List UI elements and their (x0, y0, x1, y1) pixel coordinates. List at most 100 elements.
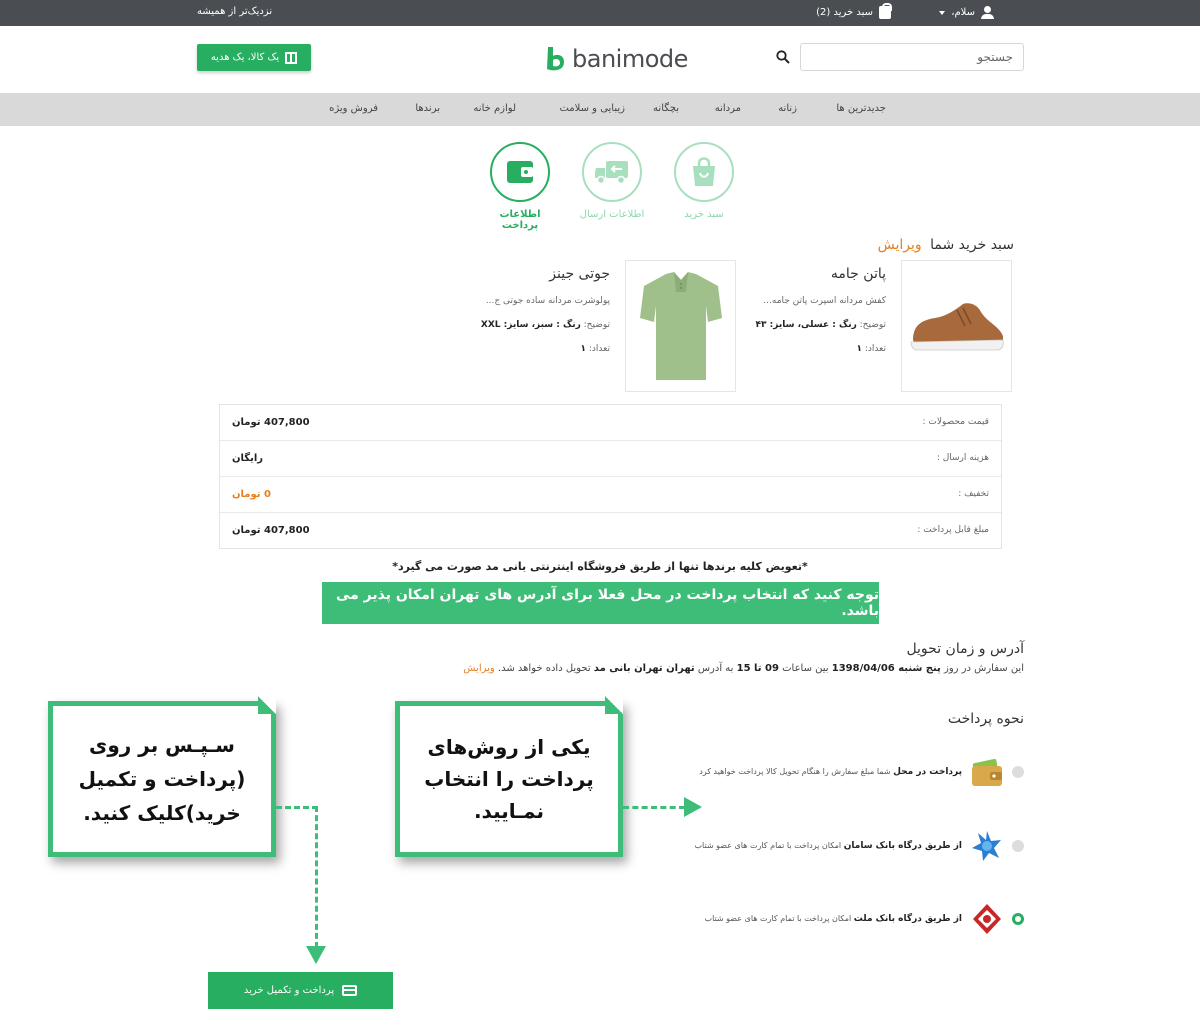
summary-value: 407,800 تومان (232, 417, 310, 428)
step-shipping-circle (582, 142, 642, 202)
summary-row-total: مبلغ قابل پرداخت : 407,800 تومان (220, 513, 1001, 549)
callout-text: یکی از روش‌های پرداخت را انتخاب نمـایید. (424, 735, 594, 823)
checkout-button[interactable]: پرداخت و تکمیل خرید (208, 972, 393, 1009)
callout-text: سـپـس بر روی (پرداخت و تکمیل خرید)کلیک ک… (78, 733, 246, 825)
logo-text: banimode (572, 45, 688, 73)
main-nav: جدیدترین ها زنانه مردانه بچگانه زیبایی و… (0, 93, 1200, 126)
payment-radio-selected[interactable] (1012, 913, 1024, 925)
product-qty: تعداد: ۱ (581, 344, 611, 354)
callout-fold-corner (605, 696, 623, 714)
address-text-part: به آدرس (694, 663, 737, 674)
dashed-arrow-line (276, 806, 318, 809)
nav-item-men[interactable]: مردانه (715, 103, 741, 114)
nav-item-home[interactable]: لوازم خانه (473, 103, 516, 114)
summary-value: 407,800 تومان (232, 525, 310, 536)
saman-bank-icon (972, 831, 1001, 861)
top-bar: سلام، سبد خرید (2) نزدیک‌تر از همیشه (0, 0, 1200, 26)
product-name[interactable]: پاتن جامه (831, 266, 886, 282)
delivery-hours: 09 تا 15 (736, 663, 779, 674)
product-qty: تعداد: ۱ (857, 344, 887, 354)
search-input[interactable] (800, 43, 1024, 71)
mellat-bank-icon (973, 904, 1001, 934)
product-qty-label: تعداد: (588, 344, 610, 354)
user-icon (981, 6, 994, 19)
shopping-bag-icon (879, 3, 892, 19)
step-cart-circle (674, 142, 734, 202)
payment-option-mellat[interactable]: از طریق درگاه بانک ملت امکان پرداخت با ت… (705, 899, 1024, 939)
nav-item-women[interactable]: زنانه (778, 103, 797, 114)
greeting-text: سلام، (951, 7, 975, 18)
product-variant-label: توضیح: (859, 320, 886, 330)
cart-link[interactable]: سبد خرید (2) (816, 3, 892, 19)
product-variant-label: توضیح: (583, 320, 610, 330)
wallet-icon (507, 161, 533, 183)
payment-option-desc: امکان پرداخت با تمام کارت های عضو شتاب (704, 914, 852, 923)
payment-radio[interactable] (1012, 766, 1024, 778)
payment-option-title: از طریق درگاه بانک ملت (853, 914, 962, 924)
product-variant-value: رنگ : سبز، سایز: XXL (480, 320, 581, 330)
nav-item-beauty[interactable]: زیبایی و سلامت (559, 103, 625, 114)
account-menu[interactable]: سلام، (939, 6, 994, 19)
product-qty-value: ۱ (580, 344, 587, 354)
summary-value: 0 تومان (232, 489, 271, 500)
summary-row-shipping: هزینه ارسال : رایگان (220, 441, 1001, 477)
payment-option-title: پرداخت در محل (893, 767, 962, 777)
step-payment[interactable]: اطلاعات پرداخت (480, 142, 560, 231)
address-text: این سفارش در روز پنج شنبه 1398/04/06 بین… (463, 663, 1024, 674)
summary-value: رایگان (232, 453, 264, 464)
cart-edit-link[interactable]: ویرایش (878, 237, 922, 253)
shoe-image (910, 303, 1004, 351)
payment-option-cod[interactable]: پرداخت در محل شما مبلغ سفارش را هنگام تح… (699, 752, 1024, 792)
step-shipping[interactable]: اطلاعات ارسال (572, 142, 652, 220)
summary-row-subtotal: قیمت محصولات : 407,800 تومان (220, 405, 1001, 441)
slogan: نزدیک‌تر از همیشه (197, 6, 273, 17)
step-payment-circle (490, 142, 550, 202)
step-cart-label: سبد خرید (684, 209, 724, 220)
cart-title-text: سبد خرید شما (930, 237, 1014, 253)
payment-option-text: از طریق درگاه بانک سامان امکان پرداخت با… (694, 841, 962, 851)
nav-item-brands[interactable]: برندها (415, 103, 440, 114)
delivery-address: تهران تهران بانی مد (593, 663, 695, 674)
summary-label: هزینه ارسال : (936, 453, 989, 463)
logo[interactable]: banimode (544, 42, 704, 76)
step-cart[interactable]: سبد خرید (664, 142, 744, 220)
step-payment-label: اطلاعات پرداخت (499, 209, 541, 231)
product-image-polo[interactable] (625, 260, 736, 392)
payment-option-desc: امکان پرداخت با تمام کارت های عضو شتاب (694, 841, 842, 850)
delivery-day: پنج شنبه 1398/04/06 (831, 663, 941, 674)
payment-option-text: از طریق درگاه بانک ملت امکان پرداخت با ت… (705, 914, 962, 924)
shopping-bag-icon (693, 157, 715, 186)
payment-option-saman[interactable]: از طریق درگاه بانک سامان امکان پرداخت با… (694, 826, 1024, 866)
nav-item-kids[interactable]: بچگانه (653, 103, 679, 114)
gift-icon (285, 51, 298, 64)
address-edit-link[interactable]: ویرایش (463, 663, 494, 674)
polo-shirt-image (639, 272, 722, 380)
banimode-logo-icon (547, 47, 564, 71)
cart-count-text: سبد خرید (2) (816, 7, 873, 18)
instruction-callout-checkout: سـپـس بر روی (پرداخت و تکمیل خرید)کلیک ک… (48, 701, 276, 857)
payment-option-text: پرداخت در محل شما مبلغ سفارش را هنگام تح… (699, 767, 962, 777)
cod-notice-banner: توجه کنید که انتخاب پرداخت در محل فعلا ب… (322, 582, 879, 624)
address-text-part: بین ساعات (778, 663, 832, 674)
payment-title: نحوه پرداخت (947, 711, 1024, 727)
nav-item-sale[interactable]: فروش ویژه (329, 103, 378, 114)
payment-radio[interactable] (1012, 840, 1024, 852)
wallet-icon (972, 758, 1002, 786)
credit-card-icon (342, 985, 358, 996)
address-title: آدرس و زمان تحویل (906, 641, 1024, 657)
chevron-down-icon (939, 10, 946, 15)
product-variant: توضیح: رنگ : عسلی، سایز: ۴۳ (756, 320, 886, 330)
callout-fold-corner (258, 696, 276, 714)
gift-button[interactable]: یک کالا، یک هدیه (197, 44, 311, 71)
exchange-notice: *تعویض کلیه برندها تنها از طریق فروشگاه … (392, 560, 808, 573)
summary-row-discount: تخفیف : 0 تومان (220, 477, 1001, 513)
order-summary: قیمت محصولات : 407,800 تومان هزینه ارسال… (219, 404, 1002, 549)
product-desc: کفش مردانه اسپرت پاتن جامه... (763, 296, 886, 306)
dashed-arrow-line (315, 806, 318, 948)
nav-item-new[interactable]: جدیدترین ها (836, 103, 886, 114)
product-name[interactable]: جوتی جینز (549, 266, 610, 282)
search-icon[interactable] (776, 50, 790, 64)
dashed-arrow-line (623, 806, 685, 809)
address-text-part: تحویل داده خواهد شد. (494, 663, 594, 674)
product-image-shoe[interactable] (901, 260, 1012, 392)
